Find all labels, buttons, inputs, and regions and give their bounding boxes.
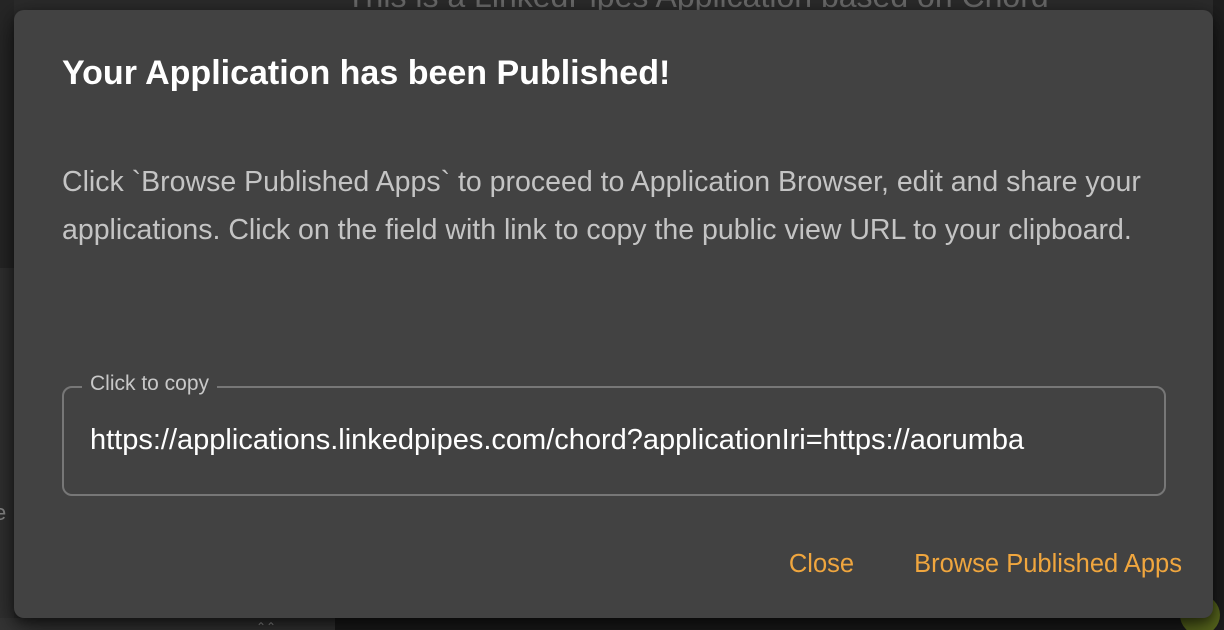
public-url-input[interactable] [90,412,1138,468]
background-right-edge [1213,0,1224,630]
background-left-panel [0,268,14,630]
dialog-title: Your Application has been Published! [62,54,671,92]
browse-published-apps-button[interactable]: Browse Published Apps [914,546,1182,583]
chevron-up-icon: ⌃⌃ [256,620,277,630]
background-edge-text: e [0,500,7,525]
dialog-actions: Close Browse Published Apps [789,546,1182,583]
background-bottom-area [335,618,1224,630]
background-left-panel-top [0,0,14,268]
copy-url-field[interactable]: Click to copy [62,372,1166,496]
publish-dialog: Your Application has been Published! Cli… [14,10,1213,618]
copy-field-label: Click to copy [82,372,218,396]
close-button[interactable]: Close [789,546,854,583]
dialog-description: Click `Browse Published Apps` to proceed… [62,166,1141,246]
background-bottom-panel [0,618,335,630]
